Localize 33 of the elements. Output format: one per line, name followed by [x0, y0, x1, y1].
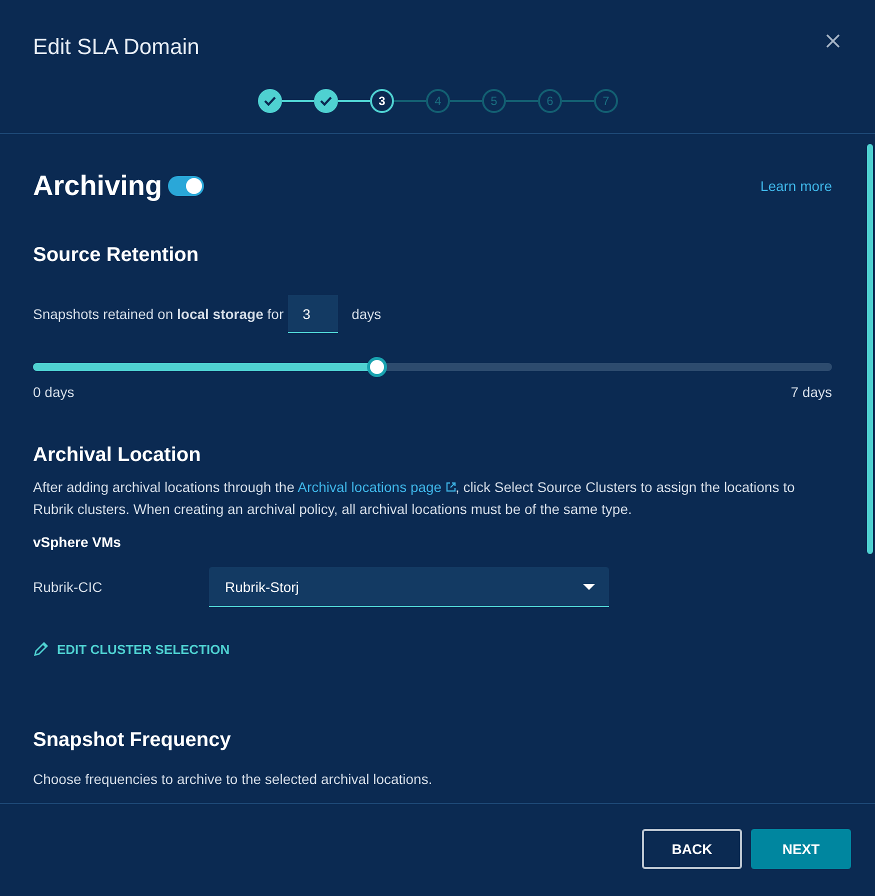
unit-label: days: [352, 306, 382, 322]
group-label: vSphere VMs: [33, 534, 122, 550]
retention-slider[interactable]: [33, 357, 832, 377]
slider-max-label: 7 days: [790, 384, 832, 400]
external-link-icon: [446, 482, 456, 492]
edit-cluster-button[interactable]: EDIT CLUSTER SELECTION: [33, 641, 230, 657]
close-icon: [826, 34, 840, 48]
archival-locations-link[interactable]: Archival locations page: [298, 479, 456, 495]
slider-min-label: 0 days: [33, 384, 74, 400]
caret-icon: [583, 584, 595, 590]
section-heading: Archival Location: [33, 444, 202, 467]
section-heading: Snapshot Frequency: [33, 729, 232, 752]
location-dropdown[interactable]: Rubrik-Storj: [209, 567, 609, 607]
close-button[interactable]: [826, 34, 840, 48]
step-indicator[interactable]: 3: [370, 89, 394, 113]
learn-more-link[interactable]: Learn more: [760, 178, 832, 194]
section-heading: Source Retention: [33, 244, 200, 267]
retention-label: Snapshots retained on local storage for: [33, 306, 284, 322]
check-icon: [320, 96, 332, 106]
description-text: After adding archival locations through the Archival locations page , click Select Source Clusters to assign the locations to Rubrik clusters. When creating an archival policy, all archival locations must be of the same type.: [33, 478, 796, 519]
scrollbar-thumb[interactable]: [867, 144, 873, 554]
days-input[interactable]: 3: [288, 295, 338, 333]
frequency-description: Choose frequencies to archive to the selected archival locations.: [33, 771, 434, 787]
step-indicator[interactable]: [314, 89, 338, 113]
step-indicator[interactable]: [258, 89, 282, 113]
toggle-switch[interactable]: [168, 176, 204, 196]
dialog-title: Edit SLA Domain: [33, 34, 200, 60]
check-icon: [264, 96, 276, 106]
next-button[interactable]: NEXT: [751, 829, 851, 869]
back-button[interactable]: BACK: [642, 829, 742, 869]
pencil-icon: [33, 641, 49, 657]
section-title: Archiving: [33, 170, 162, 202]
cluster-name: Rubrik-CIC: [33, 579, 104, 595]
